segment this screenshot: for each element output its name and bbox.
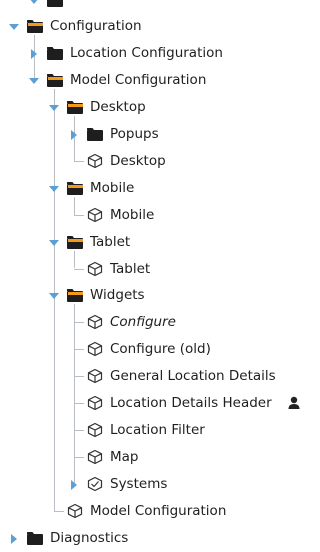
project-tree: Configuration Location Configuration Model… <box>0 0 300 548</box>
tree-node-label: General Location Details <box>110 368 276 385</box>
chevron-right-icon[interactable] <box>68 129 80 141</box>
tree-node[interactable]: Configure (old) <box>0 336 300 363</box>
folder-open-icon <box>46 72 64 88</box>
tree-node-label: Tablet <box>90 233 131 250</box>
tree-node-label: Model Configuration <box>70 72 207 89</box>
view-icon <box>86 395 104 411</box>
tree-node[interactable]: Popups <box>0 121 300 148</box>
view-icon <box>86 368 104 384</box>
tree-node[interactable]: Desktop <box>0 148 300 175</box>
tree-node[interactable]: Diagnostics <box>0 525 300 552</box>
view-checked-icon <box>86 476 104 492</box>
tree-node-label: Desktop <box>90 99 146 116</box>
tree-node-label: Mobile <box>110 206 155 223</box>
user-icon <box>288 396 300 410</box>
tree-node-label: Model Configuration <box>90 502 227 519</box>
tree-node[interactable]: Model Configuration <box>0 67 300 94</box>
tree-node[interactable]: Mobile <box>0 175 300 202</box>
chevron-down-icon[interactable] <box>28 0 40 7</box>
folder-open-icon <box>66 287 84 303</box>
tree-node-label: Popups <box>110 126 159 142</box>
folder-open-icon <box>26 18 44 34</box>
chevron-down-icon[interactable] <box>48 290 60 302</box>
tree-node[interactable]: Location Configuration <box>0 40 300 67</box>
tree-node-label: Diagnostics <box>50 529 129 546</box>
folder-icon <box>26 530 44 546</box>
tree-node-label: Configuration <box>50 18 142 35</box>
view-icon <box>86 207 104 223</box>
chevron-right-icon[interactable] <box>28 48 40 60</box>
tree-node[interactable]: Widgets <box>0 282 300 309</box>
tree-node[interactable]: Model Configuration <box>0 498 300 525</box>
view-icon <box>86 314 104 330</box>
folder-icon <box>46 45 64 61</box>
tree-node-label: Configure (old) <box>110 341 211 358</box>
tree-node[interactable]: Map <box>0 444 300 471</box>
tree-node-label: Configure <box>110 314 176 331</box>
tree-node-label: Mobile <box>90 179 135 196</box>
tree-node[interactable]: Configuration <box>0 13 300 40</box>
tree-node-label: Systems <box>110 475 168 492</box>
chevron-right-icon[interactable] <box>8 533 20 545</box>
tree-node[interactable]: Desktop <box>0 94 300 121</box>
folder-icon <box>86 126 104 142</box>
tree-node[interactable]: General Location Details <box>0 363 300 390</box>
tree-node-label: Location Configuration <box>70 45 223 62</box>
tree-node[interactable]: Systems <box>0 471 300 498</box>
chevron-down-icon[interactable] <box>8 21 20 33</box>
tree-node[interactable]: Configure <box>0 309 300 336</box>
chevron-down-icon[interactable] <box>48 102 60 114</box>
tree-node-label: Location Details Header <box>110 395 272 411</box>
tree-node[interactable]: Tablet <box>0 229 300 256</box>
tree-node[interactable]: Location Details Header <box>0 390 300 417</box>
chevron-down-icon[interactable] <box>48 237 60 249</box>
view-icon <box>86 422 104 438</box>
view-icon <box>86 449 104 465</box>
chevron-down-icon[interactable] <box>28 75 40 87</box>
tree-node-label: Map <box>110 448 139 465</box>
tree-node[interactable]: Tablet <box>0 256 300 283</box>
view-icon <box>86 153 104 169</box>
tree-node-label: Desktop <box>110 152 166 169</box>
folder-open-icon <box>66 180 84 196</box>
tree-node-label: Location Filter <box>110 421 205 438</box>
tree-node[interactable] <box>0 0 300 14</box>
folder-open-icon <box>66 234 84 250</box>
tree-node-label: Widgets <box>90 287 145 304</box>
folder-icon <box>46 0 64 8</box>
tree-node[interactable]: Location Filter <box>0 417 300 444</box>
view-icon <box>86 341 104 357</box>
view-icon <box>66 503 84 519</box>
tree-node-label: Tablet <box>110 260 151 277</box>
chevron-down-icon[interactable] <box>48 183 60 195</box>
view-icon <box>86 261 104 277</box>
folder-open-icon <box>66 99 84 115</box>
chevron-right-icon[interactable] <box>68 479 80 491</box>
tree-node[interactable]: Mobile <box>0 202 300 229</box>
